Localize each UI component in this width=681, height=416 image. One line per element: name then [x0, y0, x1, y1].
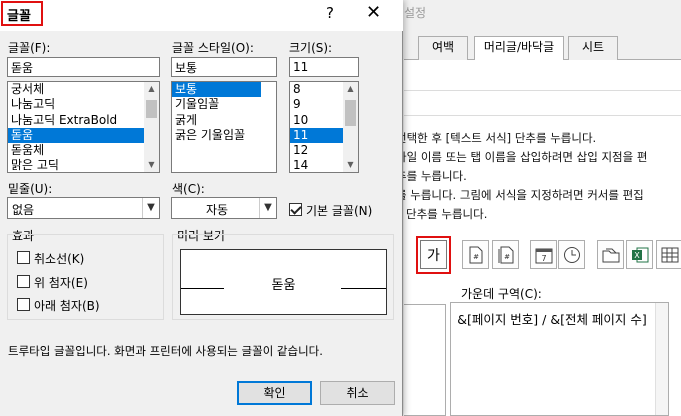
font-dialog: 글꼴 ? ✕ 글꼴(F): 궁서체나눔고딕나눔고딕 ExtraBold돋움돋움체… [0, 0, 403, 416]
instruction-line: 선택한 후 [텍스트 서식] 단추를 누릅니다. [396, 131, 597, 145]
instruction-line: 를 누릅니다. 그림에 서식을 지정하려면 커서를 편집 [396, 188, 644, 202]
superscript-checkbox[interactable] [17, 275, 30, 288]
tab-margins[interactable]: 여백 [418, 36, 468, 60]
font-list-item[interactable]: 나눔고딕 ExtraBold [8, 113, 159, 128]
scroll-thumb[interactable] [345, 100, 356, 126]
page-number-icon: # [469, 246, 482, 263]
center-section-label: 가운데 구역(C): [461, 287, 542, 301]
scroll-thumb[interactable] [146, 100, 157, 118]
font-input[interactable] [7, 57, 160, 77]
insert-file-name-button[interactable]: X [626, 240, 653, 269]
svg-text:#: # [473, 253, 479, 261]
preview-sample: 돋움 [271, 278, 296, 293]
excel-file-icon: X [631, 247, 648, 262]
font-list-item[interactable]: 돋움체 [8, 143, 159, 158]
help-button[interactable]: ? [326, 4, 334, 22]
page-count-icon: # [498, 246, 513, 263]
instruction-line: 단추를 누릅니다. [406, 207, 488, 221]
underline-label: 밑줄(U): [8, 182, 53, 196]
page-setup-tabs: 여백 머리글/바닥글 시트 [404, 36, 681, 61]
insert-date-button[interactable]: 7 [530, 240, 557, 269]
center-section-box[interactable]: &[페이지 번호] / &[전체 페이지 수] [450, 302, 669, 416]
tab-header-footer[interactable]: 머리글/바닥글 [474, 36, 564, 61]
normal-font-label: 기본 글꼴(N) [306, 204, 373, 218]
font-list-item[interactable]: 궁서체 [8, 82, 159, 97]
left-section-box[interactable] [404, 304, 446, 416]
calendar-icon: 7 [535, 248, 552, 263]
svg-text:7: 7 [541, 254, 546, 263]
superscript-label: 위 첨자(E) [34, 276, 88, 290]
chevron-down-icon[interactable]: ▼ [259, 198, 276, 218]
subscript-checkbox[interactable] [17, 298, 30, 311]
insert-page-count-button[interactable]: # [492, 240, 519, 269]
scroll-down-icon[interactable]: ▼ [144, 158, 159, 172]
svg-text:X: X [634, 251, 640, 260]
divider [404, 90, 681, 91]
size-label: 크기(S): [289, 41, 333, 55]
page-setup-title: 설정 [404, 6, 427, 20]
chevron-down-icon[interactable]: ▼ [142, 198, 159, 218]
size-list-scrollbar[interactable]: ▲ ▼ [343, 82, 358, 172]
highlight-box [1, 1, 43, 26]
insert-sheet-name-button[interactable] [656, 240, 681, 269]
font-list-item[interactable]: 맑은 고딕 [8, 158, 159, 172]
insert-time-button[interactable] [558, 240, 585, 269]
instruction-line: 추를 누릅니다. [396, 169, 467, 183]
title-bar: 글꼴 ? ✕ [0, 0, 403, 31]
color-value: 자동 [206, 203, 229, 217]
preview-box: 돋움 [180, 249, 387, 315]
size-list[interactable]: 8 9 10 11 12 14 ▲ ▼ [289, 81, 359, 173]
scroll-up-icon[interactable]: ▲ [144, 82, 159, 96]
clock-icon [563, 246, 580, 263]
sheet-grid-icon [661, 247, 678, 262]
svg-text:#: # [504, 253, 510, 261]
close-button[interactable]: ✕ [366, 2, 381, 23]
strikethrough-checkbox[interactable] [17, 251, 30, 264]
divider [404, 115, 681, 116]
style-list[interactable]: 보통 기울임꼴 굵게 굵은 기울임꼴 [171, 81, 277, 173]
normal-font-checkbox[interactable] [289, 203, 302, 216]
cancel-button[interactable]: 취소 [320, 381, 395, 405]
size-input[interactable] [289, 57, 359, 77]
folder-icon [602, 248, 619, 262]
font-list-scrollbar[interactable]: ▲ ▼ [144, 82, 159, 172]
color-select[interactable]: 자동 ▼ [171, 197, 277, 219]
style-input[interactable] [171, 57, 277, 77]
strikethrough-label: 취소선(K) [34, 252, 85, 266]
instruction-line: 타일 이름 또는 탭 이름을 삽입하려면 삽입 지점을 편 [396, 150, 648, 164]
style-list-scrollbar[interactable] [261, 82, 276, 172]
font-list[interactable]: 궁서체 나눔고딕 나눔고딕 ExtraBold 돋움 돋움체 맑은 고딕 ▲ ▼ [7, 81, 160, 173]
subscript-label: 아래 첨자(B) [34, 299, 100, 313]
insert-page-number-button[interactable]: # [462, 240, 489, 269]
center-section-scrollbar[interactable] [655, 303, 668, 415]
font-list-item[interactable]: 돋움 [8, 127, 159, 144]
tab-sheet[interactable]: 시트 [568, 36, 618, 60]
color-label: 색(C): [172, 182, 205, 196]
insert-file-path-button[interactable] [597, 240, 624, 269]
preview-baseline [341, 288, 386, 289]
scroll-down-icon[interactable]: ▼ [343, 158, 358, 172]
center-section-text: &[페이지 번호] / &[전체 페이지 수] [457, 312, 647, 327]
font-description: 트루타입 글꼴입니다. 화면과 프린터에 사용되는 글꼴이 같습니다. [8, 344, 323, 358]
underline-value: 없음 [12, 203, 35, 217]
font-list-item[interactable]: 나눔고딕 [8, 97, 159, 112]
ok-button[interactable]: 확인 [237, 381, 312, 405]
highlight-box [416, 236, 451, 274]
underline-select[interactable]: 없음 ▼ [7, 197, 160, 219]
font-label: 글꼴(F): [8, 41, 51, 55]
style-label: 글꼴 스타일(O): [172, 41, 254, 55]
scroll-up-icon[interactable]: ▲ [343, 82, 358, 96]
